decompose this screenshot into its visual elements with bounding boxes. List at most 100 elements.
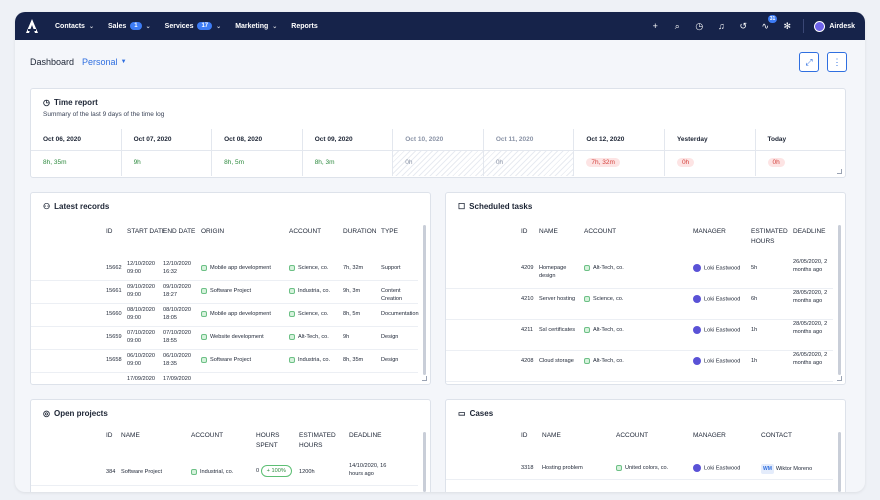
table-row[interactable]: 15659 07/10/2020 09:00 07/10/2020 18:55 Web… bbox=[31, 327, 418, 350]
stopwatch-icon[interactable]: ◷ bbox=[693, 21, 705, 32]
resize-handle[interactable] bbox=[837, 169, 842, 174]
view-selector[interactable]: Personal ▼ bbox=[82, 57, 126, 67]
task-name[interactable]: Cloud storage bbox=[539, 357, 574, 365]
resize-handle[interactable] bbox=[837, 376, 842, 381]
nav-reports[interactable]: Reports bbox=[291, 23, 317, 30]
column-header[interactable]: DURATION bbox=[343, 227, 376, 237]
bell-icon[interactable]: ♫ bbox=[715, 21, 727, 31]
column-header[interactable]: ID bbox=[521, 431, 528, 441]
column-header[interactable]: MANAGER bbox=[693, 431, 726, 441]
nav-contacts[interactable]: Contacts ⌄ bbox=[55, 23, 94, 30]
table-row[interactable]: 15660 08/10/2020 09:00 08/10/2020 18:05 Mob… bbox=[31, 304, 419, 327]
origin-link[interactable]: Software Project bbox=[201, 356, 251, 364]
account-link[interactable]: Industria, co. bbox=[289, 356, 330, 364]
scrollbar[interactable] bbox=[423, 432, 426, 492]
time-report-day[interactable]: Today 0h bbox=[755, 129, 845, 176]
column-header[interactable]: MANAGER bbox=[693, 227, 726, 237]
origin-link[interactable]: Mobile app development bbox=[201, 310, 271, 318]
column-header[interactable]: ID bbox=[106, 227, 113, 237]
manager-cell[interactable]: Loki Eastwood bbox=[693, 464, 740, 472]
gear-icon[interactable]: ✻ bbox=[781, 21, 793, 32]
manager-cell[interactable]: Loki Eastwood bbox=[693, 326, 740, 334]
table-row[interactable]: 4210 Server hosting Science, co. Loki Eastw… bbox=[446, 289, 833, 320]
account-link[interactable]: Science, co. bbox=[584, 295, 623, 303]
activity-icon[interactable]: ∿ 31 bbox=[759, 14, 778, 32]
origin-link[interactable]: Software Project bbox=[201, 287, 251, 295]
column-header[interactable]: HOURS SPENT bbox=[256, 431, 288, 451]
task-name[interactable]: Server hosting bbox=[539, 295, 575, 303]
manager-cell[interactable]: Loki Eastwood bbox=[693, 357, 740, 365]
scrollbar[interactable] bbox=[838, 225, 841, 375]
column-header[interactable]: DEADLINE bbox=[349, 431, 382, 441]
time-report-day[interactable]: Oct 07, 2020 9h bbox=[121, 129, 213, 176]
more-options-button[interactable]: ⋮ bbox=[827, 52, 847, 72]
column-header[interactable]: CONTACT bbox=[761, 431, 792, 441]
manager-cell[interactable]: Loki Eastwood bbox=[693, 264, 740, 272]
column-header[interactable]: ESTIMATED HOURS bbox=[299, 431, 336, 451]
resize-handle[interactable] bbox=[422, 376, 427, 381]
table-row[interactable]: 15661 09/10/2020 09:00 09/10/2020 18:27 Sof… bbox=[31, 281, 418, 304]
case-name[interactable]: Hosting problem bbox=[542, 464, 583, 472]
scrollbar[interactable] bbox=[423, 225, 426, 375]
table-row[interactable]: 17/09/2020 17/09/2020 bbox=[31, 373, 418, 384]
account-link[interactable]: Industrial, co. bbox=[191, 468, 233, 476]
account-link[interactable]: Alt-Tech, co. bbox=[584, 264, 624, 272]
column-header[interactable]: ACCOUNT bbox=[191, 431, 223, 441]
table-row[interactable]: 15658 06/10/2020 09:00 06/10/2020 18:35 Sof… bbox=[31, 350, 418, 373]
nav-services[interactable]: Services 17 ⌄ bbox=[165, 22, 221, 30]
column-header[interactable]: END DATE bbox=[163, 227, 195, 237]
nav-label: Contacts bbox=[55, 22, 85, 30]
column-header[interactable]: ACCOUNT bbox=[616, 431, 648, 441]
account-link[interactable]: Science, co. bbox=[289, 264, 328, 272]
column-header[interactable]: START DATE bbox=[127, 227, 166, 237]
task-name[interactable]: Ssl certificates bbox=[539, 326, 575, 334]
table-row[interactable]: 4209 Homepage design Alt-Tech, co. Loki Eas… bbox=[446, 258, 833, 289]
account-link[interactable]: United colors, co. bbox=[616, 464, 668, 472]
manager-cell[interactable]: Loki Eastwood bbox=[693, 295, 740, 303]
table-row[interactable]: 384 Software Project Industrial, co. 0 + 10… bbox=[31, 462, 418, 486]
table-row[interactable]: 4211 Ssl certificates Alt-Tech, co. Loki Ea… bbox=[446, 320, 833, 351]
column-header[interactable]: NAME bbox=[539, 227, 558, 237]
time-report-day[interactable]: Oct 06, 2020 8h, 35m bbox=[31, 129, 122, 176]
project-name[interactable]: Software Project bbox=[121, 468, 162, 476]
column-header[interactable]: ORIGIN bbox=[201, 227, 224, 237]
search-icon[interactable]: ⌕ bbox=[671, 21, 683, 32]
time-report-day[interactable]: Oct 09, 2020 8h, 3m bbox=[302, 129, 394, 176]
scrollbar[interactable] bbox=[838, 432, 841, 492]
column-header[interactable]: ACCOUNT bbox=[289, 227, 321, 237]
table-row[interactable]: 15662 12/10/2020 09:00 12/10/2020 16:32 Mob… bbox=[31, 258, 418, 281]
manager-name: Loki Eastwood bbox=[704, 265, 741, 272]
user-menu[interactable]: Airdesk bbox=[814, 20, 855, 32]
time-report-day[interactable]: Oct 10, 2020 0h bbox=[393, 129, 484, 176]
time-report-day[interactable]: Oct 08, 2020 8h, 5m bbox=[212, 129, 303, 176]
account-link[interactable]: Science, co. bbox=[289, 310, 328, 318]
table-row[interactable]: 3318 Hosting problem United colors, co. Lok… bbox=[446, 458, 833, 480]
column-header[interactable]: NAME bbox=[121, 431, 140, 441]
contact-cell[interactable]: WM Wiktor Moreno bbox=[761, 464, 812, 474]
account-link[interactable]: Alt-Tech, co. bbox=[584, 326, 624, 334]
time-report-day[interactable]: Oct 11, 2020 0h bbox=[483, 129, 575, 176]
history-icon[interactable]: ↺ bbox=[737, 21, 749, 32]
table-row[interactable]: 4208 Cloud storage Alt-Tech, co. Loki Eastw… bbox=[446, 351, 833, 382]
account-link[interactable]: Alt-Tech, co. bbox=[289, 333, 329, 341]
column-header[interactable]: ACCOUNT bbox=[584, 227, 616, 237]
expand-button[interactable]: ⤢ bbox=[799, 52, 819, 72]
airdesk-logo-icon[interactable] bbox=[25, 17, 39, 35]
column-header[interactable]: ID bbox=[521, 227, 528, 237]
plus-icon[interactable]: + bbox=[649, 21, 661, 31]
column-header[interactable]: NAME bbox=[542, 431, 561, 441]
column-header[interactable]: ID bbox=[106, 431, 113, 441]
nav-marketing[interactable]: Marketing ⌄ bbox=[235, 23, 277, 30]
column-header[interactable]: TYPE bbox=[381, 227, 398, 237]
account-link[interactable]: Industria, co. bbox=[289, 287, 330, 295]
nav-sales[interactable]: Sales 1 ⌄ bbox=[108, 22, 151, 30]
column-header[interactable]: ESTIMATED HOURS bbox=[751, 227, 791, 247]
origin-link[interactable]: Website development bbox=[201, 333, 264, 341]
column-header[interactable]: DEADLINE bbox=[793, 227, 826, 237]
task-name[interactable]: Homepage design bbox=[539, 264, 577, 280]
time-report-day[interactable]: Oct 12, 2020 7h, 32m bbox=[574, 129, 665, 176]
origin-link[interactable]: Mobile app development bbox=[201, 264, 271, 272]
account-link[interactable]: Alt-Tech, co. bbox=[584, 357, 624, 365]
time-report-day[interactable]: Yesterday 0h bbox=[664, 129, 756, 176]
tag-icon bbox=[584, 265, 590, 271]
